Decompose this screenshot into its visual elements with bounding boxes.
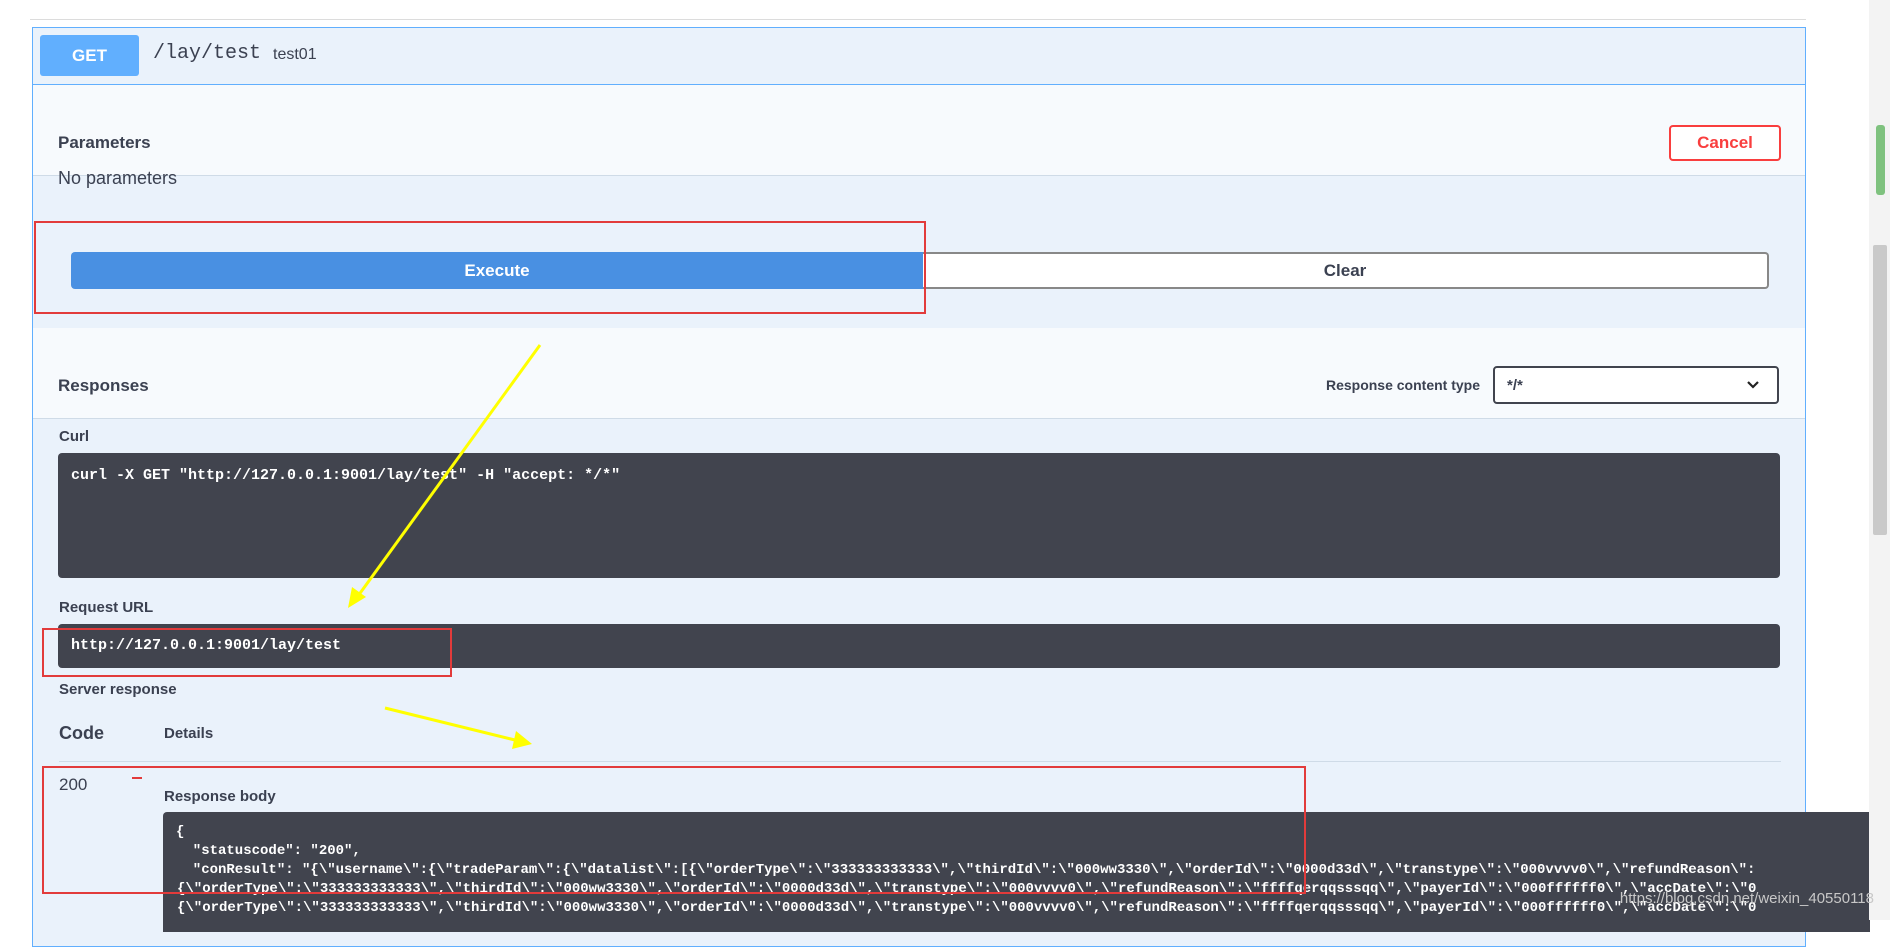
watermark: https://blog.csdn.net/weixin_40550118 [1619,890,1874,907]
annotation-arrow-2-head [512,731,532,749]
annotation-arrow-1 [356,344,542,597]
annotation-arrow-2 [384,706,516,742]
annotation-arrows [348,344,542,749]
